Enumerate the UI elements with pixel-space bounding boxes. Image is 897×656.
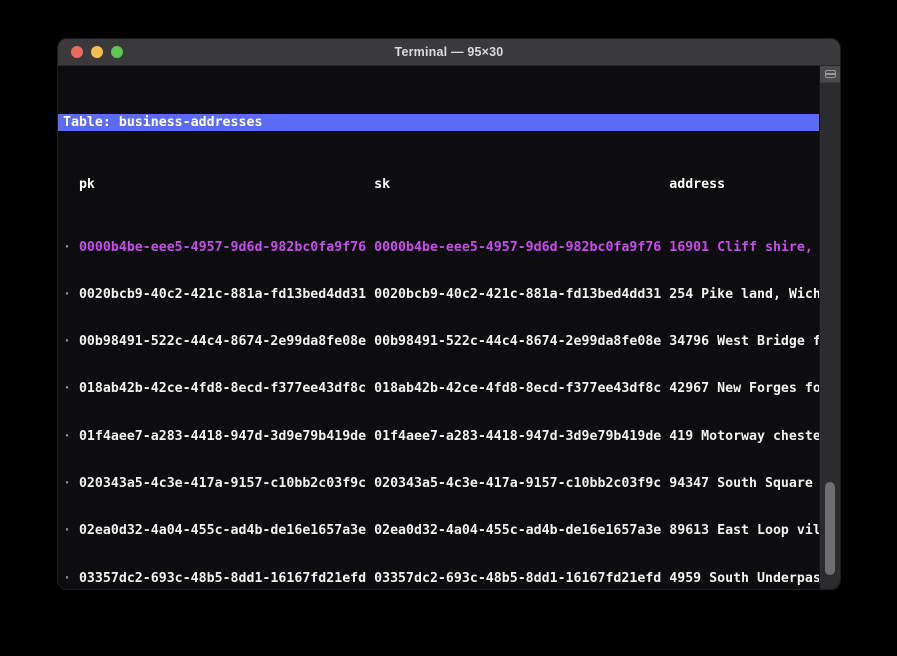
- table-row[interactable]: · 0020bcb9-40c2-421c-881a-fd13bed4dd31 0…: [58, 286, 819, 303]
- row-address-cell: 16901 Cliff shire,: [669, 239, 813, 255]
- row-pk-cell: 020343a5-4c3e-417a-9157-c10bb2c03f9c: [78, 476, 367, 492]
- row-pk-cell: 01f4aee7-a283-4418-947d-3d9e79b419de: [78, 428, 367, 444]
- row-bullet: ·: [63, 239, 71, 255]
- row-sk-cell: 0020bcb9-40c2-421c-881a-fd13bed4dd31: [374, 286, 662, 302]
- table-row[interactable]: · 020343a5-4c3e-417a-9157-c10bb2c03f9c 0…: [58, 475, 819, 492]
- table-row[interactable]: · 00b98491-522c-44c4-8674-2e99da8fe08e 0…: [58, 333, 819, 350]
- column-header-sk: sk: [374, 177, 391, 193]
- table-row[interactable]: · 018ab42b-42ce-4fd8-8ecd-f377ee43df8c 0…: [58, 380, 819, 397]
- row-address-cell: 254 Pike land, Wich: [669, 286, 819, 302]
- table-header-row: pk sk address: [58, 176, 819, 193]
- row-bullet: ·: [63, 334, 71, 350]
- terminal-screen: Table: business-addresses pk sk address …: [58, 66, 819, 589]
- row-bullet: ·: [63, 428, 71, 444]
- row-sk-cell: 03357dc2-693c-48b5-8dd1-16167fd21efd: [374, 570, 662, 586]
- row-address-cell: 419 Motorway cheste: [669, 428, 819, 444]
- row-sk-cell: 01f4aee7-a283-4418-947d-3d9e79b419de: [374, 428, 662, 444]
- row-sk-cell: 00b98491-522c-44c4-8674-2e99da8fe08e: [374, 334, 662, 350]
- row-pk-cell: 0000b4be-eee5-4957-9d6d-982bc0fa9f76: [78, 239, 367, 255]
- row-pk-cell: 03357dc2-693c-48b5-8dd1-16167fd21efd: [78, 570, 367, 586]
- minimize-button[interactable]: [91, 46, 103, 58]
- column-header-pk: pk: [78, 177, 95, 193]
- table-row[interactable]: · 0000b4be-eee5-4957-9d6d-982bc0fa9f76 0…: [58, 239, 819, 256]
- row-sk-cell: 020343a5-4c3e-417a-9157-c10bb2c03f9c: [374, 476, 662, 492]
- row-bullet: ·: [63, 523, 71, 539]
- row-sk-cell: 0000b4be-eee5-4957-9d6d-982bc0fa9f76: [374, 239, 662, 255]
- split-pane-button[interactable]: [820, 66, 840, 83]
- row-address-cell: 89613 East Loop vil: [669, 523, 819, 539]
- table-name-bar: Table: business-addresses: [58, 114, 819, 132]
- row-pk-cell: 018ab42b-42ce-4fd8-8ecd-f377ee43df8c: [78, 381, 367, 397]
- row-bullet: ·: [63, 570, 71, 586]
- row-address-cell: 42967 New Forges fo: [669, 381, 819, 397]
- split-pane-icon: [824, 70, 836, 78]
- zoom-button[interactable]: [111, 46, 123, 58]
- window-title: Terminal — 95×30: [394, 45, 504, 59]
- row-pk-cell: 02ea0d32-4a04-455c-ad4b-de16e1657a3e: [78, 523, 367, 539]
- scrollbar-thumb[interactable]: [825, 482, 835, 575]
- terminal-content: Table: business-addresses pk sk address …: [58, 66, 840, 589]
- table-row[interactable]: · 03357dc2-693c-48b5-8dd1-16167fd21efd 0…: [58, 570, 819, 587]
- desktop-background: Terminal — 95×30 Table: business-address…: [0, 0, 897, 656]
- row-bullet: ·: [63, 286, 71, 302]
- row-bullet: ·: [63, 381, 71, 397]
- row-pk-cell: 00b98491-522c-44c4-8674-2e99da8fe08e: [78, 334, 367, 350]
- table-name-label: Table: business-addresses: [63, 115, 263, 130]
- row-address-cell: 94347 South Square: [669, 476, 813, 492]
- row-address-cell: 4959 South Underpas: [669, 570, 819, 586]
- row-pk-cell: 0020bcb9-40c2-421c-881a-fd13bed4dd31: [78, 286, 367, 302]
- column-header-address: address: [669, 177, 726, 193]
- traffic-lights: [71, 39, 123, 65]
- table-row[interactable]: · 01f4aee7-a283-4418-947d-3d9e79b419de 0…: [58, 428, 819, 445]
- row-sk-cell: 02ea0d32-4a04-455c-ad4b-de16e1657a3e: [374, 523, 662, 539]
- table-row[interactable]: · 02ea0d32-4a04-455c-ad4b-de16e1657a3e 0…: [58, 522, 819, 539]
- row-address-cell: 34796 West Bridge f: [669, 334, 819, 350]
- close-button[interactable]: [71, 46, 83, 58]
- window-titlebar[interactable]: Terminal — 95×30: [58, 39, 840, 66]
- row-bullet: ·: [63, 476, 71, 492]
- terminal-window: Terminal — 95×30 Table: business-address…: [57, 38, 841, 590]
- scrollbar-track[interactable]: [819, 66, 840, 589]
- row-sk-cell: 018ab42b-42ce-4fd8-8ecd-f377ee43df8c: [374, 381, 662, 397]
